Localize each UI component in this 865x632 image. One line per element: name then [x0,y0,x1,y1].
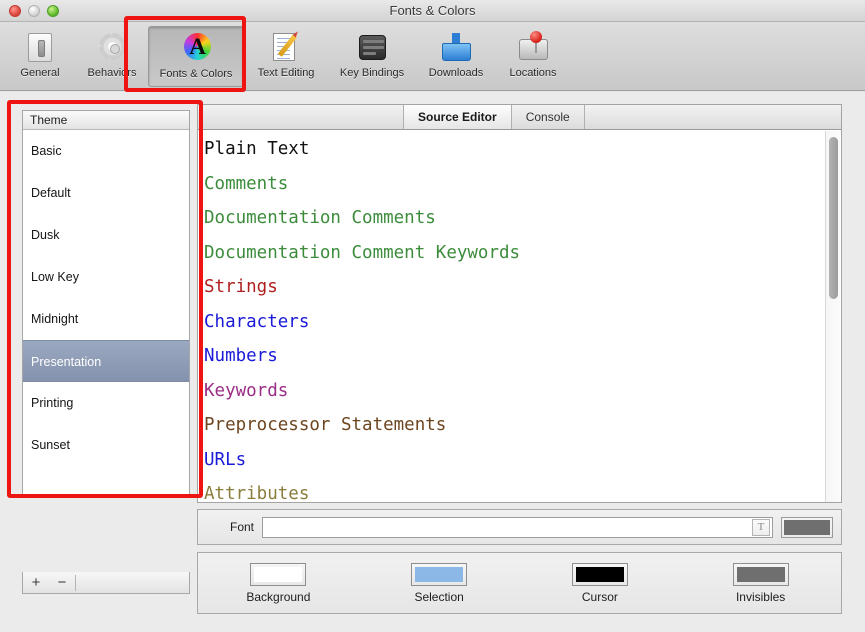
font-label: Font [229,520,254,534]
preferences-content: Theme Basic Default Dusk Low Key Midnigh… [0,92,865,632]
toolbar-item-text-editing[interactable]: Text Editing [244,26,328,87]
theme-list[interactable]: Basic Default Dusk Low Key Midnight Pres… [23,130,189,497]
theme-item-label: Dusk [31,228,60,242]
color-well-invisibles[interactable]: Invisibles [680,562,841,604]
minimize-button[interactable] [28,5,40,17]
theme-item-label: Sunset [31,438,70,452]
syntax-row-documentation-comment-keywords[interactable]: Documentation Comment Keywords [204,236,841,271]
window-controls [9,5,59,17]
theme-item-midnight[interactable]: Midnight [23,298,189,340]
window-titlebar: Fonts & Colors [0,0,865,22]
add-theme-button[interactable]: + [23,572,49,593]
close-button[interactable] [9,5,21,17]
syntax-row-urls[interactable]: URLs [204,443,841,478]
remove-theme-button[interactable]: − [49,572,75,593]
syntax-row-documentation-comments[interactable]: Documentation Comments [204,201,841,236]
toolbar-item-downloads-label: Downloads [428,67,484,79]
toolbar-item-key-bindings[interactable]: Key Bindings [328,26,416,87]
toolbar-item-text-editing-label: Text Editing [257,67,315,79]
color-well-background[interactable]: Background [198,562,359,604]
font-color-swatch[interactable] [781,516,833,538]
tab-source-editor[interactable]: Source Editor [403,105,512,129]
theme-item-sunset[interactable]: Sunset [23,424,189,466]
zoom-button[interactable] [47,5,59,17]
download-tray-icon [439,31,473,65]
selection-swatch[interactable] [411,562,468,586]
syntax-row-comments[interactable]: Comments [204,167,841,202]
font-picker-icon[interactable]: T [752,518,770,536]
theme-list-box: Theme Basic Default Dusk Low Key Midnigh… [22,110,190,498]
theme-item-label: Low Key [31,270,79,284]
theme-item-dusk[interactable]: Dusk [23,214,189,256]
syntax-row-characters[interactable]: Characters [204,305,841,340]
theme-sidebar: Theme Basic Default Dusk Low Key Midnigh… [22,110,190,594]
cursor-label: Cursor [581,589,618,604]
theme-item-label: Printing [31,396,74,410]
toolbar-item-fonts-colors-label: Fonts & Colors [159,68,233,80]
toolbar-item-locations[interactable]: Locations [496,26,570,87]
scrollbar-thumb[interactable] [829,137,838,299]
keyboard-icon [355,31,389,65]
background-swatch[interactable] [250,562,307,586]
cursor-swatch[interactable] [571,562,628,586]
syntax-row-keywords[interactable]: Keywords [204,374,841,409]
gear-icon [95,31,129,65]
theme-item-basic[interactable]: Basic [23,130,189,172]
toolbar-item-fonts-colors[interactable]: A Fonts & Colors [148,26,244,87]
theme-item-label: Basic [31,144,62,158]
toolbar-item-general-label: General [20,67,60,79]
color-well-selection[interactable]: Selection [359,562,520,604]
color-wheel-a-icon: A [179,32,213,66]
theme-item-low-key[interactable]: Low Key [23,256,189,298]
syntax-row-strings[interactable]: Strings [204,270,841,305]
theme-item-label: Presentation [31,355,102,369]
color-well-cursor[interactable]: Cursor [520,562,681,604]
tabstrip-filler [198,105,403,129]
selection-label: Selection [414,589,464,604]
invisibles-label: Invisibles [735,589,786,604]
font-row: Font T [197,509,842,545]
paper-pencil-icon [269,31,303,65]
syntax-element-list-wrap: Plain Text Comments Documentation Commen… [197,130,842,503]
syntax-row-attributes[interactable]: Attributes [204,477,841,502]
theme-item-presentation[interactable]: Presentation [23,340,189,382]
invisibles-swatch[interactable] [732,562,789,586]
syntax-row-plain-text[interactable]: Plain Text [204,132,841,167]
toolbar-item-general[interactable]: General [4,26,76,87]
theme-item-printing[interactable]: Printing [23,382,189,424]
theme-item-label: Midnight [31,312,79,326]
toolbar-item-behaviors-label: Behaviors [87,67,137,79]
footer-divider [75,574,76,591]
fonts-colors-panel: Source Editor Console Plain Text Comment… [197,104,842,614]
theme-list-footer: + − [22,572,190,594]
theme-list-header: Theme [23,111,189,130]
font-field[interactable]: T [262,516,773,538]
editor-tabstrip: Source Editor Console [197,104,842,130]
syntax-row-preprocessor-statements[interactable]: Preprocessor Statements [204,408,841,443]
toolbar-item-key-bindings-label: Key Bindings [339,67,405,79]
toolbar-item-behaviors[interactable]: Behaviors [76,26,148,87]
tab-console[interactable]: Console [512,105,585,129]
syntax-row-numbers[interactable]: Numbers [204,339,841,374]
toolbar-item-locations-label: Locations [509,67,557,79]
syntax-element-list[interactable]: Plain Text Comments Documentation Commen… [198,130,841,502]
font-input[interactable] [263,517,752,537]
color-wells-panel: Background Selection Cursor Invisibles [197,552,842,614]
switch-plate-icon [23,31,57,65]
syntax-list-scrollbar[interactable] [825,131,840,502]
theme-item-label: Default [31,186,71,200]
hard-drive-pin-icon [516,31,550,65]
window-title: Fonts & Colors [389,3,476,18]
background-label: Background [246,589,311,604]
preferences-window: Fonts & Colors General Behaviors A Fonts… [0,0,865,632]
toolbar-item-downloads[interactable]: Downloads [416,26,496,87]
theme-item-default[interactable]: Default [23,172,189,214]
preferences-toolbar: General Behaviors A Fonts & Colors Text … [0,22,865,91]
